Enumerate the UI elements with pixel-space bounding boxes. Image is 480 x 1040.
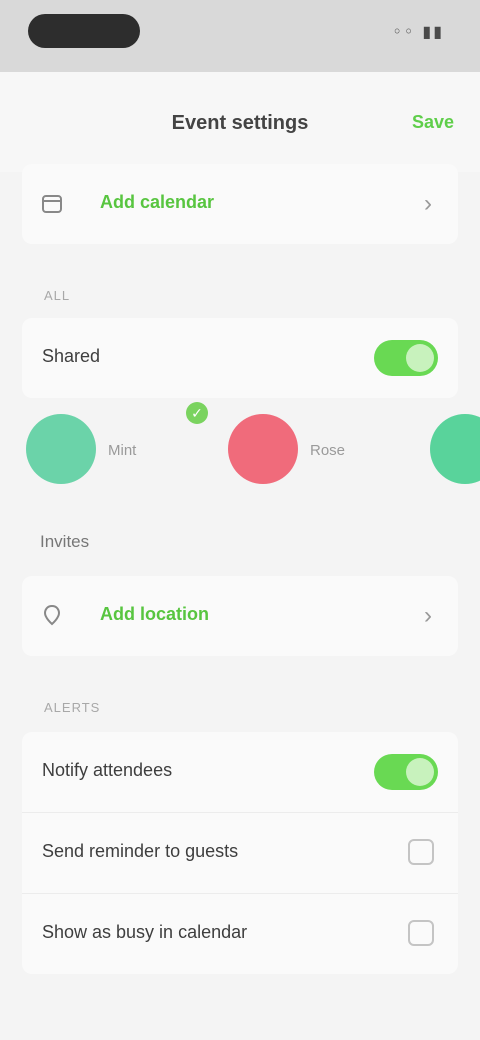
shared-toggle[interactable] <box>374 340 438 376</box>
color-chip-rose[interactable] <box>228 414 298 484</box>
chip-label-mint: Mint <box>108 442 137 459</box>
busy-checkbox[interactable] <box>408 920 434 946</box>
reminder-checkbox[interactable] <box>408 839 434 865</box>
section-header-alerts: ALERTS <box>44 700 101 715</box>
notify-toggle[interactable] <box>374 754 438 790</box>
chevron-right-icon: › <box>424 190 432 217</box>
alerts-card: Notify attendees Send reminder to guests… <box>22 732 458 974</box>
notify-row: Notify attendees <box>22 732 458 813</box>
navigation-bar: Event settings Save <box>0 72 480 172</box>
shared-toggle-row: Shared <box>22 318 458 398</box>
save-button[interactable]: Save <box>412 112 454 133</box>
shared-card: Shared <box>22 318 458 398</box>
color-picker-strip: Mint ✓ Rose <box>0 402 480 494</box>
reminder-label: Send reminder to guests <box>42 841 239 861</box>
color-chip-mint[interactable] <box>26 414 96 484</box>
reminder-row: Send reminder to guests <box>22 813 458 894</box>
busy-label: Show as busy in calendar <box>42 922 248 942</box>
chip-label-rose: Rose <box>310 442 346 459</box>
add-calendar-link[interactable]: Add calendar <box>100 192 214 213</box>
add-calendar-row[interactable]: Add calendar › <box>22 164 458 244</box>
add-location-link[interactable]: Add location <box>100 604 209 625</box>
shared-label: Shared <box>42 346 101 366</box>
add-location-row[interactable]: Add location › <box>22 576 458 656</box>
color-chip-teal[interactable] <box>430 414 480 484</box>
calendar-card: Add calendar › <box>22 164 458 244</box>
status-bar: ◦◦ ▮▮ <box>0 0 480 72</box>
invites-label: Invites <box>40 532 90 551</box>
calendar-icon <box>40 192 64 216</box>
chevron-right-icon: › <box>424 602 432 629</box>
selected-check-icon: ✓ <box>186 402 208 424</box>
notify-label: Notify attendees <box>42 760 173 780</box>
status-indicators: ◦◦ ▮▮ <box>392 22 444 41</box>
location-card: Add location › <box>22 576 458 656</box>
section-header-all: ALL <box>44 288 71 303</box>
page-title: Event settings <box>171 112 309 134</box>
location-icon <box>40 604 64 628</box>
busy-row: Show as busy in calendar <box>22 894 458 974</box>
status-time-pill <box>28 14 140 48</box>
